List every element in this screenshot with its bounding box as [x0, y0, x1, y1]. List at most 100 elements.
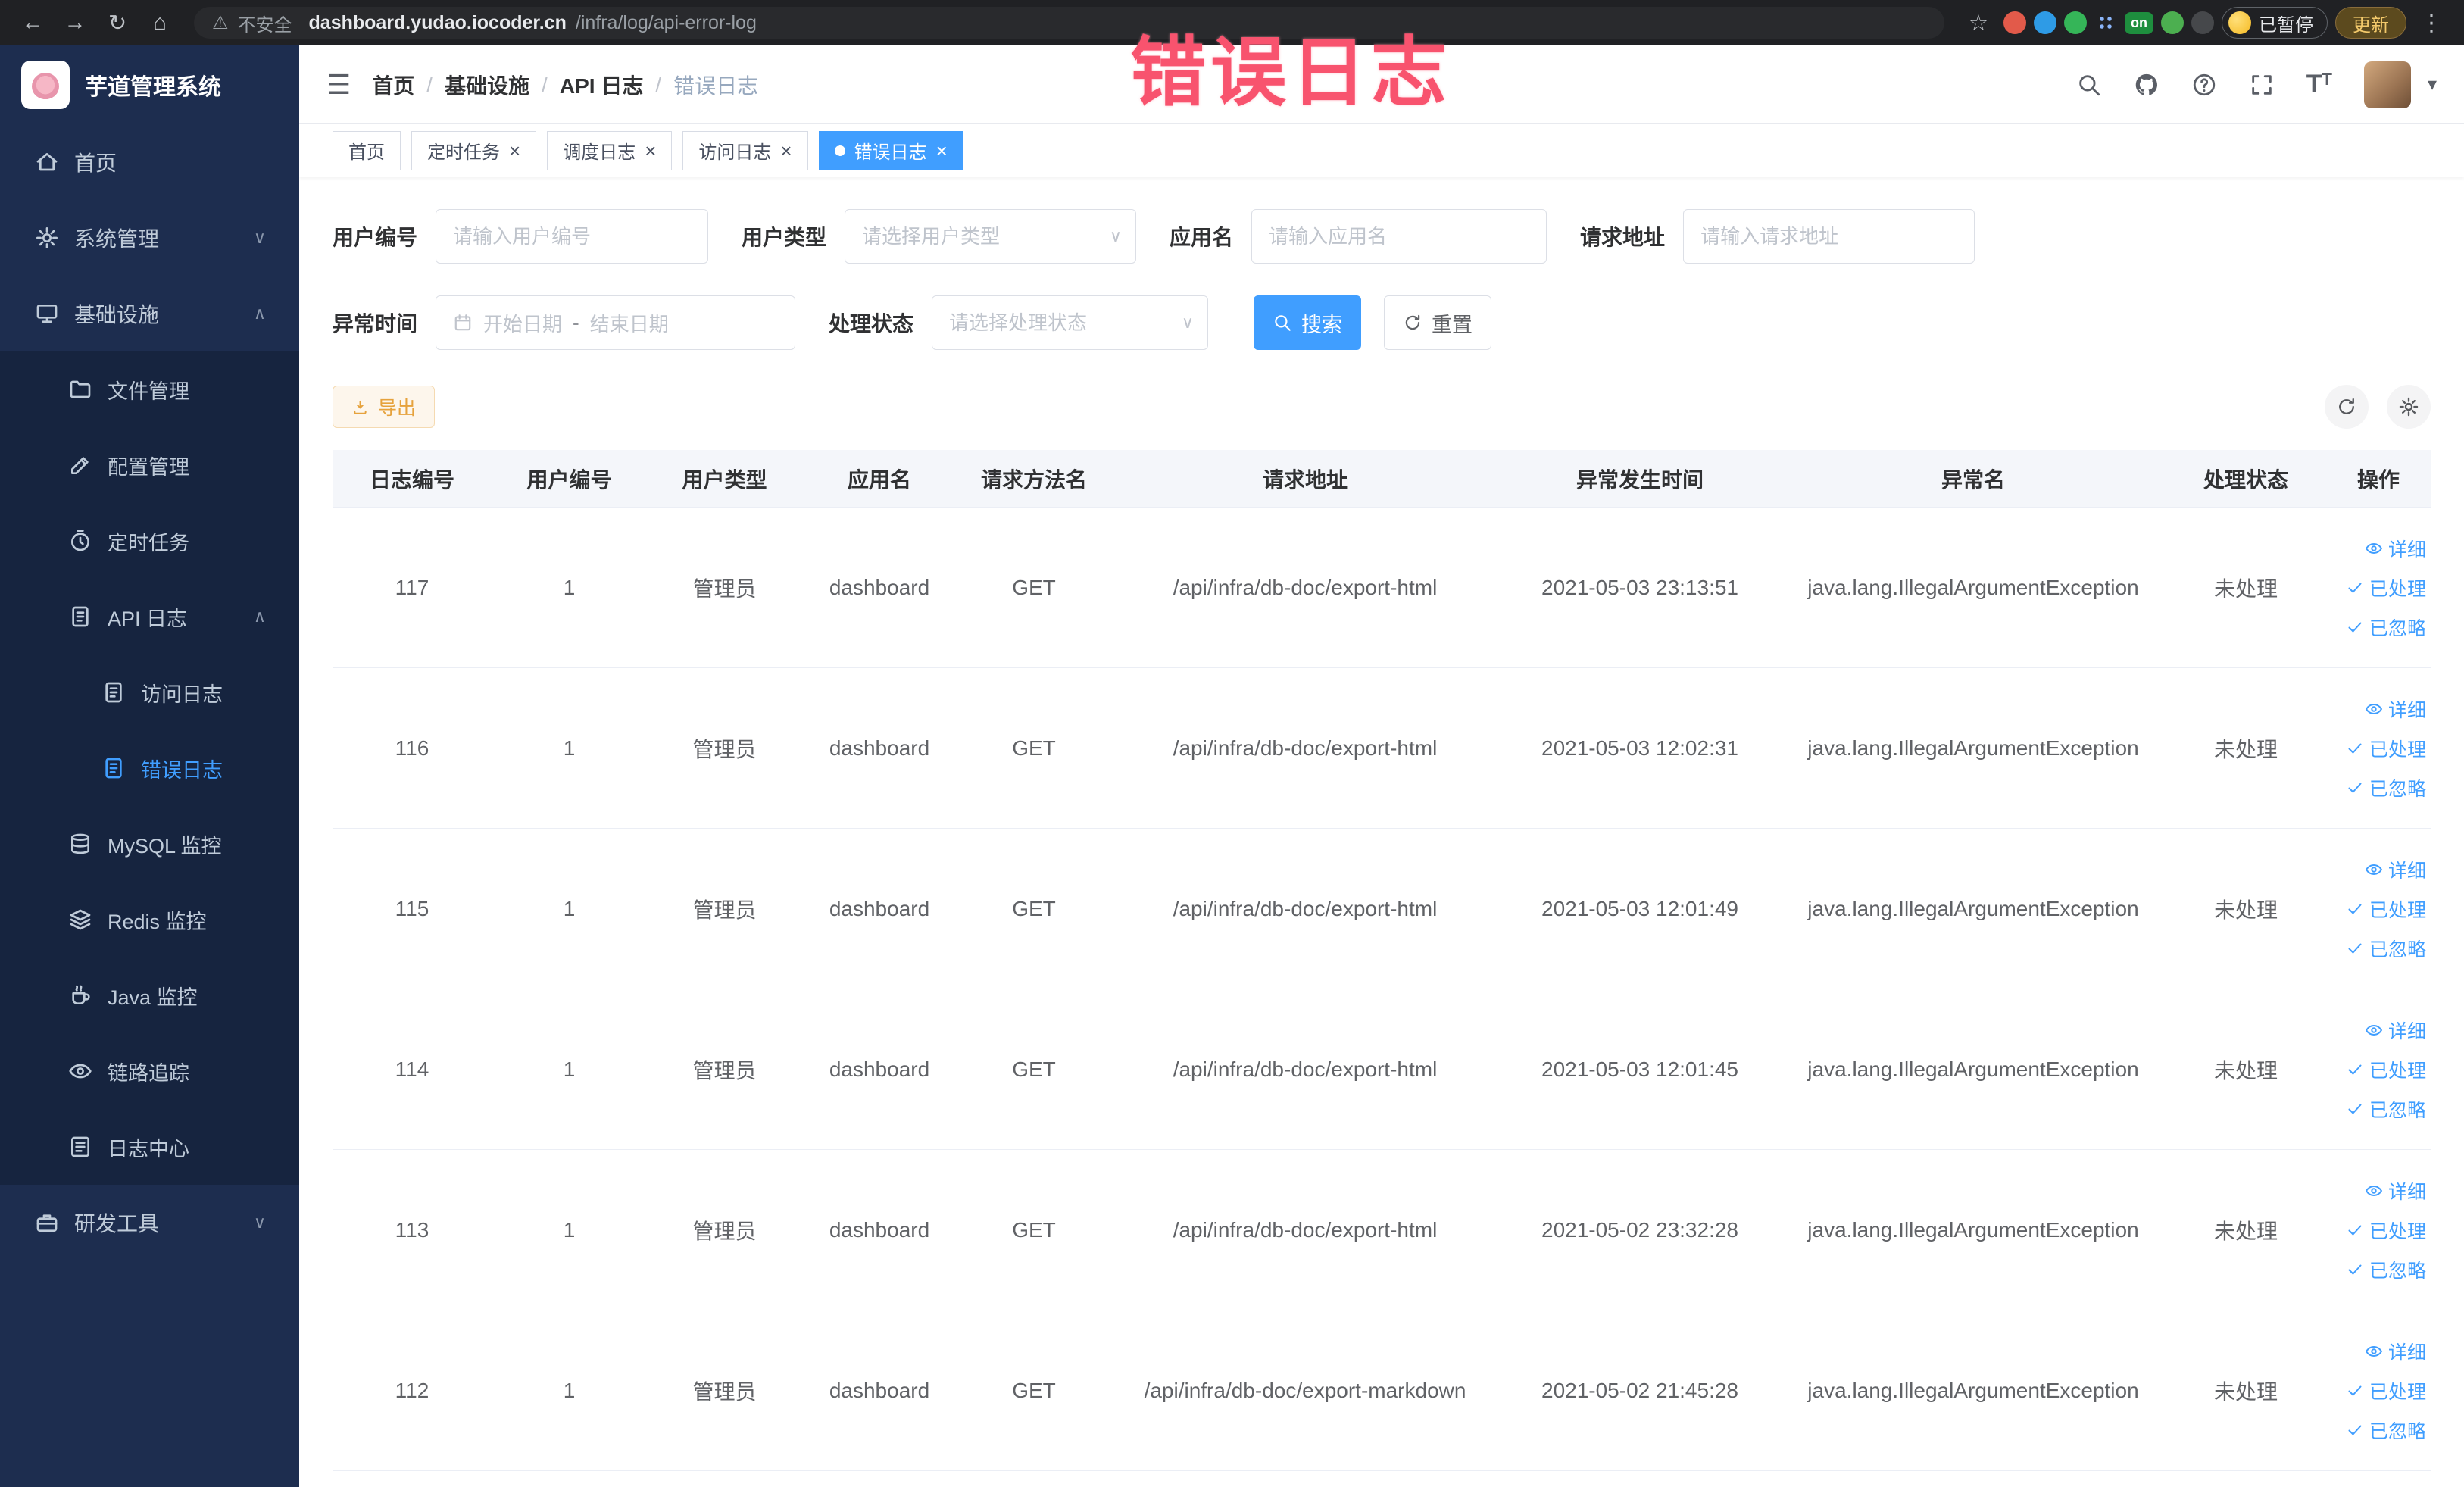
content: 用户编号 用户类型 ∨ 应用名 请求地址 异常时间	[299, 177, 2464, 1487]
user-type-select-field[interactable]	[862, 224, 1097, 248]
browser-menu-icon[interactable]: ⋮	[2414, 5, 2449, 40]
breadcrumb-api-log[interactable]: API 日志	[560, 70, 643, 100]
extension-icon-2[interactable]	[2034, 11, 2056, 34]
tab-error-log[interactable]: 错误日志 ×	[818, 130, 963, 170]
reload-button[interactable]: ↻	[100, 5, 135, 40]
extensions-grid-icon[interactable]	[2094, 11, 2117, 34]
chevron-up-icon: ∧	[253, 607, 266, 626]
mark-ignored-link[interactable]: 已忽略	[2346, 774, 2426, 801]
detail-link[interactable]: 详细	[2365, 535, 2426, 562]
sidebar-item-system-management[interactable]: 系统管理 ∨	[0, 200, 299, 276]
filter-label: 用户编号	[333, 226, 418, 249]
detail-link[interactable]: 详细	[2365, 1338, 2426, 1365]
help-icon[interactable]	[2191, 72, 2217, 98]
avatar-caret-icon[interactable]: ▾	[2428, 73, 2437, 95]
sidebar-item-scheduled-tasks[interactable]: 定时任务	[0, 503, 299, 579]
extension-icon-4[interactable]	[2161, 11, 2184, 34]
check-icon	[2346, 1061, 2364, 1079]
mark-ignored-link[interactable]: 已忽略	[2346, 935, 2426, 962]
sidebar-item-log-center[interactable]: 日志中心	[0, 1109, 299, 1185]
tab-schedule-log[interactable]: 调度日志 ×	[547, 130, 673, 170]
sidebar-item-home[interactable]: 首页	[0, 124, 299, 200]
sidebar-item-java-monitor[interactable]: Java 监控	[0, 957, 299, 1033]
sidebar-item-api-log[interactable]: API 日志 ∧	[0, 579, 299, 654]
refresh-table-button[interactable]	[2325, 385, 2369, 429]
sidebar-item-file-management[interactable]: 文件管理	[0, 351, 299, 427]
breadcrumb-infrastructure[interactable]: 基础设施	[445, 70, 529, 100]
detail-link[interactable]: 详细	[2365, 856, 2426, 883]
action-label: 详细	[2387, 699, 2426, 721]
mark-processed-link[interactable]: 已处理	[2346, 1217, 2426, 1244]
tab-close-icon[interactable]: ×	[936, 141, 948, 161]
detail-link[interactable]: 详细	[2365, 1177, 2426, 1204]
request-url-input[interactable]	[1683, 209, 1975, 264]
search-icon[interactable]	[2076, 72, 2102, 98]
sidebar-item-link-tracing[interactable]: 链路追踪	[0, 1033, 299, 1109]
mark-processed-link[interactable]: 已处理	[2346, 895, 2426, 923]
mark-processed-link[interactable]: 已处理	[2346, 1056, 2426, 1083]
sidebar-item-infrastructure[interactable]: 基础设施 ∧	[0, 276, 299, 351]
extension-icon-1[interactable]	[2003, 11, 2026, 34]
tab-access-log[interactable]: 访问日志 ×	[682, 130, 808, 170]
mark-ignored-link[interactable]: 已忽略	[2346, 614, 2426, 641]
mark-processed-link[interactable]: 已处理	[2346, 574, 2426, 601]
filter-row-2: 异常时间 开始日期 - 结束日期 处理状态 ∨ 搜索 重置	[333, 295, 2431, 350]
home-button[interactable]: ⌂	[142, 5, 177, 40]
sidebar-item-config-management[interactable]: 配置管理	[0, 427, 299, 503]
extension-icon-5[interactable]	[2191, 11, 2214, 34]
detail-link[interactable]: 详细	[2365, 695, 2426, 723]
cell-log-id: 116	[395, 736, 429, 760]
check-icon	[2346, 579, 2364, 597]
user-id-input[interactable]	[436, 209, 709, 264]
security-warning-icon: ⚠	[212, 12, 229, 33]
cell-process-status: 未处理	[2213, 1379, 2278, 1404]
cell-app-name: dashboard	[829, 1378, 930, 1402]
font-size-icon[interactable]: TT	[2306, 70, 2332, 99]
user-id-input-field[interactable]	[453, 224, 692, 248]
breadcrumb-home[interactable]: 首页	[372, 70, 414, 100]
user-type-select[interactable]: ∨	[845, 209, 1137, 264]
export-button-label: 导出	[378, 398, 417, 419]
sidebar-toggle[interactable]: ☰	[326, 69, 351, 101]
profile-chip[interactable]: 已暂停	[2222, 7, 2328, 39]
sidebar-item-error-log[interactable]: 错误日志	[0, 730, 299, 806]
mark-processed-link[interactable]: 已处理	[2346, 735, 2426, 762]
github-icon[interactable]	[2134, 72, 2160, 98]
sidebar-item-access-log[interactable]: 访问日志	[0, 654, 299, 730]
sidebar-item-dev-tools[interactable]: 研发工具 ∨	[0, 1185, 299, 1261]
reset-button[interactable]: 重置	[1384, 295, 1492, 350]
column-header: 异常发生时间	[1576, 467, 1704, 492]
app-name-input[interactable]	[1251, 209, 1547, 264]
app-logo-row[interactable]: 芋道管理系统	[0, 45, 299, 124]
sidebar-item-mysql-monitor[interactable]: MySQL 监控	[0, 806, 299, 882]
address-bar[interactable]: ⚠ 不安全 dashboard.yudao.iocoder.cn/infra/l…	[194, 7, 1944, 39]
update-button[interactable]: 更新	[2335, 7, 2406, 39]
request-url-input-field[interactable]	[1700, 224, 1958, 248]
forward-button[interactable]: →	[58, 5, 92, 40]
tab-close-icon[interactable]: ×	[780, 141, 792, 161]
tab-home[interactable]: 首页	[333, 130, 401, 170]
search-button[interactable]: 搜索	[1254, 295, 1362, 350]
export-button[interactable]: 导出	[333, 386, 436, 428]
column-settings-button[interactable]	[2387, 385, 2431, 429]
mark-processed-link[interactable]: 已处理	[2346, 1377, 2426, 1404]
mark-ignored-link[interactable]: 已忽略	[2346, 1417, 2426, 1444]
tab-close-icon[interactable]: ×	[645, 141, 656, 161]
process-status-select-field[interactable]	[949, 311, 1169, 335]
back-button[interactable]: ←	[15, 5, 50, 40]
fullscreen-icon[interactable]	[2249, 72, 2275, 98]
cell-request-url: /api/infra/db-doc/export-html	[1173, 896, 1438, 920]
mark-ignored-link[interactable]: 已忽略	[2346, 1256, 2426, 1283]
process-status-select[interactable]: ∨	[932, 295, 1209, 350]
app-name-input-field[interactable]	[1269, 224, 1530, 248]
detail-link[interactable]: 详细	[2365, 1017, 2426, 1044]
bookmark-star-icon[interactable]: ☆	[1961, 5, 1996, 40]
sidebar-item-redis-monitor[interactable]: Redis 监控	[0, 882, 299, 957]
tab-scheduled-tasks[interactable]: 定时任务 ×	[411, 130, 537, 170]
tab-close-icon[interactable]: ×	[509, 141, 520, 161]
date-range-picker[interactable]: 开始日期 - 结束日期	[436, 295, 796, 350]
extension-on-badge[interactable]: on	[2125, 11, 2153, 34]
mark-ignored-link[interactable]: 已忽略	[2346, 1095, 2426, 1123]
user-avatar[interactable]	[2363, 61, 2411, 108]
extension-icon-3[interactable]	[2064, 11, 2087, 34]
